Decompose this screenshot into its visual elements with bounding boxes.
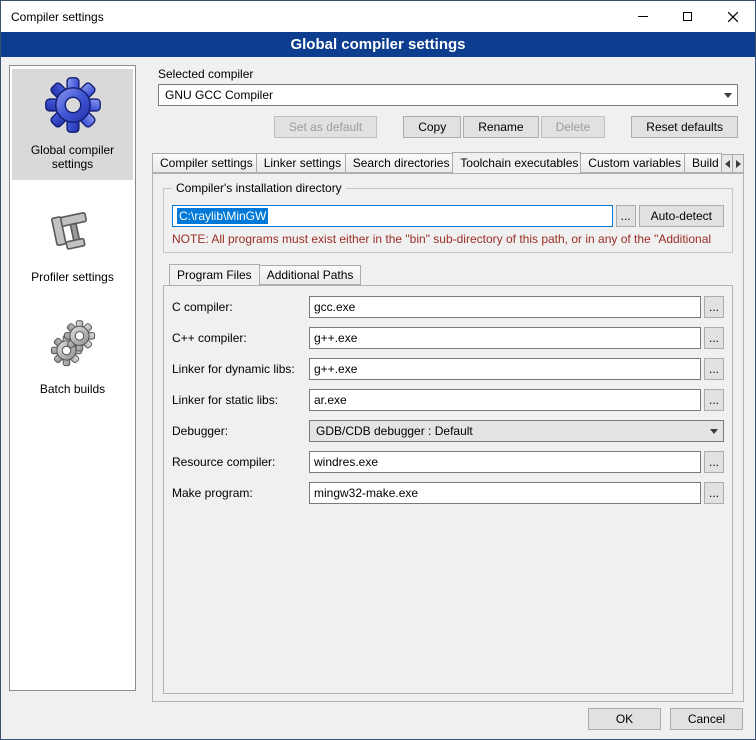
static-libs-linker-row: Linker for static libs: ar.exe ... (172, 389, 724, 411)
field-label: Linker for dynamic libs: (172, 362, 309, 376)
close-icon (728, 12, 738, 22)
sidebar-item-batch-builds[interactable]: Batch builds (12, 308, 133, 404)
set-as-default-button: Set as default (274, 116, 377, 138)
sidebar-item-label: Profiler settings (31, 270, 114, 284)
sidebar-item-label: Global compiler settings (14, 143, 131, 172)
resource-compiler-browse-button[interactable]: ... (704, 451, 724, 473)
cpp-compiler-value: g++.exe (314, 331, 357, 345)
static-libs-linker-input[interactable]: ar.exe (309, 389, 701, 411)
reset-defaults-button[interactable]: Reset defaults (631, 116, 738, 138)
make-program-input[interactable]: mingw32-make.exe (309, 482, 701, 504)
copy-button[interactable]: Copy (403, 116, 461, 138)
resource-compiler-row: Resource compiler: windres.exe ... (172, 451, 724, 473)
tab-linker-settings[interactable]: Linker settings (256, 153, 346, 173)
compiler-settings-window: Compiler settings Global compiler settin… (0, 0, 756, 740)
close-button[interactable] (710, 1, 755, 32)
minimize-button[interactable] (620, 1, 665, 32)
profiler-tool-icon (43, 202, 103, 262)
main-panel: Selected compiler GNU GCC Compiler Set a… (146, 59, 750, 702)
dynamic-libs-linker-browse-button[interactable]: ... (704, 358, 724, 380)
title-bar: Compiler settings (1, 1, 755, 32)
arrow-left-icon (725, 160, 730, 168)
field-label: C++ compiler: (172, 331, 309, 345)
tab-scroll-buttons (722, 154, 744, 173)
chevron-down-icon (704, 421, 723, 441)
tab-additional-paths[interactable]: Additional Paths (259, 265, 362, 285)
c-compiler-browse-button[interactable]: ... (704, 296, 724, 318)
window-title: Compiler settings (1, 10, 104, 24)
debugger-select[interactable]: GDB/CDB debugger : Default (309, 420, 724, 442)
dialog-footer: OK Cancel (588, 708, 743, 730)
field-label: Resource compiler: (172, 455, 309, 469)
field-label: Linker for static libs: (172, 393, 309, 407)
tab-program-files[interactable]: Program Files (169, 264, 260, 286)
dynamic-libs-linker-value: g++.exe (314, 362, 357, 376)
batch-builds-icon (43, 314, 103, 374)
selected-compiler-value: GNU GCC Compiler (165, 88, 273, 102)
tab-compiler-settings[interactable]: Compiler settings (152, 153, 257, 173)
field-label: C compiler: (172, 300, 309, 314)
sidebar-item-profiler-settings[interactable]: Profiler settings (12, 196, 133, 292)
cancel-button[interactable]: Cancel (670, 708, 743, 730)
tab-scroll-right-button[interactable] (732, 154, 744, 173)
toolchain-executables-panel: Compiler's installation directory C:\ray… (152, 173, 744, 702)
install-dir-value: C:\raylib\MinGW (177, 208, 268, 224)
static-libs-linker-value: ar.exe (314, 393, 347, 407)
program-files-tabbar: Program Files Additional Paths (169, 263, 727, 285)
c-compiler-input[interactable]: gcc.exe (309, 296, 701, 318)
c-compiler-value: gcc.exe (314, 300, 355, 314)
delete-button: Delete (541, 116, 606, 138)
page-title: Global compiler settings (1, 32, 755, 57)
selected-compiler-dropdown[interactable]: GNU GCC Compiler (158, 84, 738, 106)
install-dir-input[interactable]: C:\raylib\MinGW (172, 205, 613, 227)
rename-button[interactable]: Rename (463, 116, 538, 138)
ok-button[interactable]: OK (588, 708, 661, 730)
tab-build-options[interactable]: Build (684, 153, 722, 173)
field-label: Debugger: (172, 424, 309, 438)
tab-custom-variables[interactable]: Custom variables (580, 153, 685, 173)
static-libs-linker-browse-button[interactable]: ... (704, 389, 724, 411)
maximize-button[interactable] (665, 1, 710, 32)
installation-directory-group: Compiler's installation directory C:\ray… (163, 188, 733, 253)
settings-tabbar: Compiler settings Linker settings Search… (152, 151, 744, 173)
installation-directory-row: C:\raylib\MinGW ... Auto-detect (172, 205, 724, 227)
program-files-panel: C compiler: gcc.exe ... C++ compiler: g+… (163, 285, 733, 694)
cpp-compiler-row: C++ compiler: g++.exe ... (172, 327, 724, 349)
make-program-row: Make program: mingw32-make.exe ... (172, 482, 724, 504)
debugger-value: GDB/CDB debugger : Default (316, 424, 473, 438)
tab-search-directories[interactable]: Search directories (345, 153, 454, 173)
auto-detect-button[interactable]: Auto-detect (639, 205, 724, 227)
selected-compiler-label: Selected compiler (158, 67, 738, 81)
dynamic-libs-linker-row: Linker for dynamic libs: g++.exe ... (172, 358, 724, 380)
c-compiler-row: C compiler: gcc.exe ... (172, 296, 724, 318)
make-program-value: mingw32-make.exe (314, 486, 418, 500)
window-controls (620, 1, 755, 32)
sidebar-item-label: Batch builds (40, 382, 105, 396)
tab-toolchain-executables[interactable]: Toolchain executables (452, 152, 581, 174)
chevron-down-icon (718, 85, 737, 105)
cpp-compiler-browse-button[interactable]: ... (704, 327, 724, 349)
sidebar: Global compiler settings Profiler settin… (9, 65, 136, 691)
field-label: Make program: (172, 486, 309, 500)
sidebar-item-global-compiler-settings[interactable]: Global compiler settings (12, 69, 133, 180)
compiler-actions: Set as default Copy Rename Delete Reset … (158, 116, 738, 138)
bin-subdirectory-note: NOTE: All programs must exist either in … (172, 232, 724, 246)
debugger-row: Debugger: GDB/CDB debugger : Default (172, 420, 724, 442)
maximize-icon (683, 12, 692, 21)
cpp-compiler-input[interactable]: g++.exe (309, 327, 701, 349)
installation-directory-group-title: Compiler's installation directory (172, 181, 346, 195)
resource-compiler-value: windres.exe (314, 455, 378, 469)
arrow-right-icon (736, 160, 741, 168)
gear-icon (43, 75, 103, 135)
install-dir-browse-button[interactable]: ... (616, 205, 636, 227)
resource-compiler-input[interactable]: windres.exe (309, 451, 701, 473)
dynamic-libs-linker-input[interactable]: g++.exe (309, 358, 701, 380)
make-program-browse-button[interactable]: ... (704, 482, 724, 504)
minimize-icon (638, 16, 648, 17)
